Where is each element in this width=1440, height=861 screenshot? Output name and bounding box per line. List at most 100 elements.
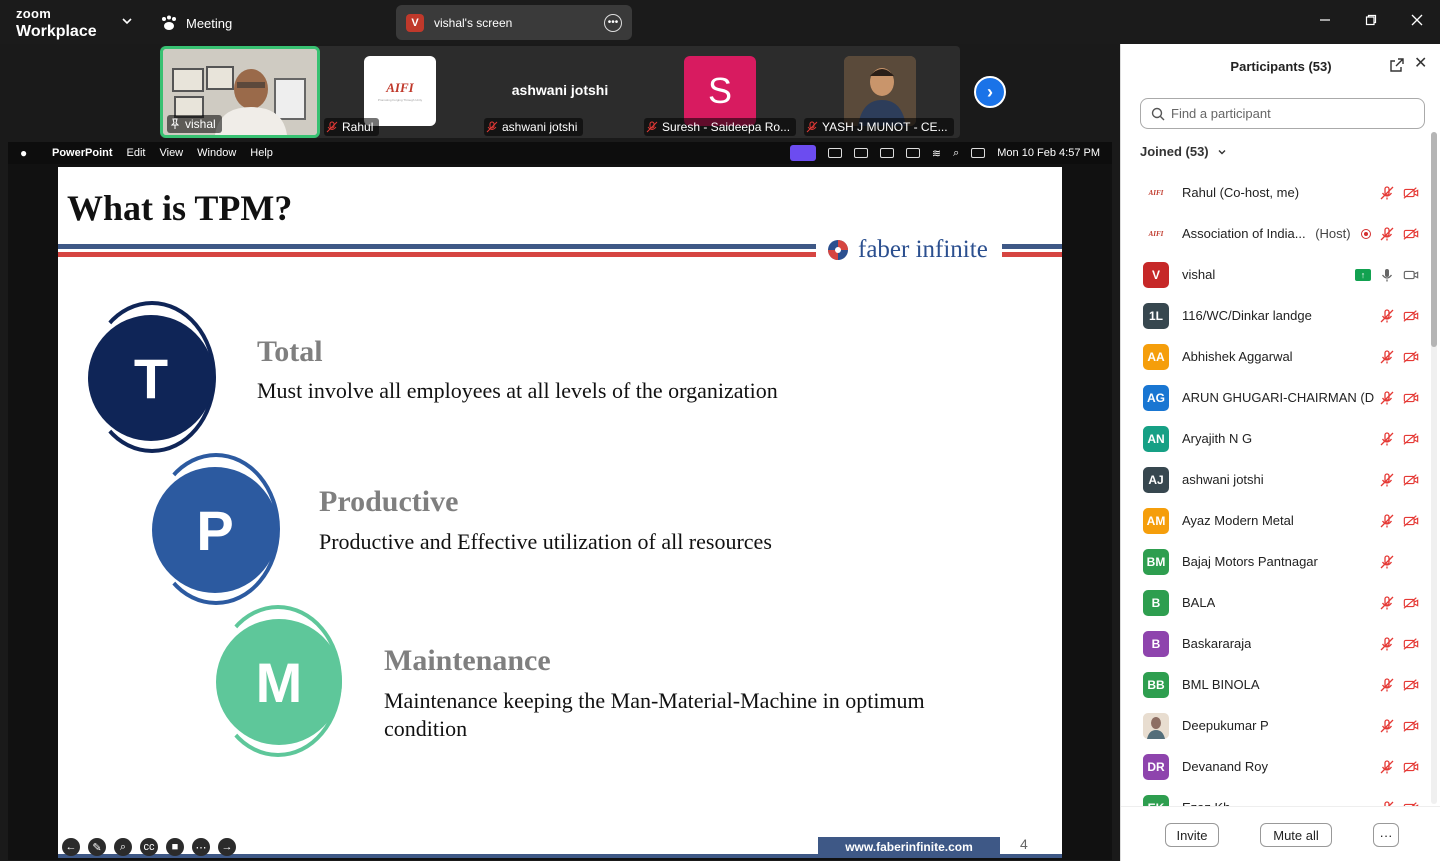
video-off-icon[interactable] bbox=[1403, 308, 1419, 324]
participant-row[interactable]: Vvishal ↑ bbox=[1121, 254, 1429, 295]
joined-section-toggle[interactable]: Joined (53) bbox=[1140, 144, 1227, 159]
mic-muted-icon[interactable] bbox=[1379, 226, 1395, 242]
video-off-icon[interactable] bbox=[1403, 759, 1419, 775]
menu-help: Help bbox=[250, 147, 273, 159]
tile-name: vishal bbox=[185, 117, 216, 131]
participant-row[interactable]: AM Ayaz Modern Metal bbox=[1121, 500, 1429, 541]
next-page-button[interactable]: › bbox=[974, 76, 1006, 108]
video-off-icon[interactable] bbox=[1403, 677, 1419, 693]
more-options-icon[interactable]: ••• bbox=[604, 13, 622, 32]
mic-muted-icon[interactable] bbox=[1379, 472, 1395, 488]
participant-row[interactable]: AJ ashwani jotshi bbox=[1121, 459, 1429, 500]
video-icon[interactable] bbox=[1403, 267, 1419, 283]
mic-muted-icon[interactable] bbox=[1379, 595, 1395, 611]
control-center-icon bbox=[971, 148, 986, 158]
participant-name-text: Baskararaja bbox=[1182, 636, 1252, 651]
video-off-icon[interactable] bbox=[1403, 636, 1419, 652]
mic-muted-icon[interactable] bbox=[1379, 513, 1395, 529]
participant-row[interactable]: BM Bajaj Motors Pantnagar bbox=[1121, 541, 1429, 582]
subtitles-icon[interactable]: cc bbox=[140, 838, 158, 856]
screen-share-indicator[interactable]: V vishal's screen ••• bbox=[396, 5, 632, 40]
wifi-icon: ≋ bbox=[931, 147, 942, 160]
mic-muted-icon[interactable] bbox=[1379, 677, 1395, 693]
video-off-icon[interactable] bbox=[1403, 595, 1419, 611]
video-tile-vishal[interactable]: vishal bbox=[160, 46, 320, 138]
invite-button[interactable]: Invite bbox=[1165, 823, 1219, 847]
pop-out-icon[interactable] bbox=[1390, 58, 1404, 72]
video-tile-yash[interactable]: YASH J MUNOT - CE... bbox=[800, 46, 960, 138]
video-off-icon[interactable] bbox=[1403, 472, 1419, 488]
search-participant-field[interactable] bbox=[1140, 98, 1425, 129]
video-tile-ashwani[interactable]: ashwani jotshi ashwani jotshi bbox=[480, 46, 640, 138]
search-input[interactable] bbox=[1171, 106, 1411, 121]
participant-name: Ayaz Modern Metal bbox=[1182, 513, 1294, 528]
participant-row[interactable]: AIFI Rahul (Co-host, me) bbox=[1121, 172, 1429, 213]
search-icon bbox=[1151, 107, 1165, 120]
mic-muted-icon bbox=[486, 121, 498, 133]
more-options-button[interactable]: ··· bbox=[1373, 823, 1399, 847]
participant-row[interactable]: Deepukumar P bbox=[1121, 705, 1429, 746]
participant-name: ARUN GHUGARI-CHAIRMAN (D... bbox=[1182, 390, 1374, 405]
video-off-icon[interactable] bbox=[1403, 390, 1419, 406]
joined-label: Joined (53) bbox=[1140, 144, 1209, 159]
video-tile-rahul[interactable]: AIFI Promoting Forging Through Unity Rah… bbox=[320, 46, 480, 138]
participant-status-icons bbox=[1379, 595, 1419, 611]
mic-muted-icon[interactable] bbox=[1379, 349, 1395, 365]
participant-name-text: Association of India... bbox=[1182, 226, 1306, 241]
video-off-icon[interactable] bbox=[1403, 513, 1419, 529]
mic-muted-icon[interactable] bbox=[1379, 390, 1395, 406]
participant-row[interactable]: 1L 116/WC/Dinkar landge bbox=[1121, 295, 1429, 336]
participant-row[interactable]: DR Devanand Roy bbox=[1121, 746, 1429, 787]
mic-muted-icon[interactable] bbox=[1379, 718, 1395, 734]
clock: Mon 10 Feb 4:57 PM bbox=[997, 147, 1100, 159]
mute-all-button[interactable]: Mute all bbox=[1260, 823, 1332, 847]
participant-avatar: AJ bbox=[1143, 466, 1169, 493]
pen-icon[interactable]: ✎ bbox=[88, 838, 106, 856]
participant-row[interactable]: AG ARUN GHUGARI-CHAIRMAN (D... bbox=[1121, 377, 1429, 418]
video-tile-suresh[interactable]: S Suresh - Saideepa Ro... bbox=[640, 46, 800, 138]
participant-row[interactable]: AN Aryajith N G bbox=[1121, 418, 1429, 459]
chevron-down-icon[interactable] bbox=[120, 14, 134, 28]
participant-row[interactable]: AIFI Association of India... (Host) bbox=[1121, 213, 1429, 254]
mic-icon[interactable] bbox=[1379, 267, 1395, 283]
zoom-icon[interactable]: ⌕ bbox=[114, 838, 132, 856]
participant-avatar: S bbox=[684, 56, 756, 126]
camera-icon[interactable]: ■ bbox=[166, 838, 184, 856]
mic-muted-icon[interactable] bbox=[1379, 554, 1395, 570]
mic-muted-icon[interactable] bbox=[1379, 759, 1395, 775]
next-slide-icon[interactable]: → bbox=[218, 838, 236, 856]
zoom-workplace-logo[interactable]: zoom Workplace bbox=[16, 6, 97, 40]
close-panel-icon[interactable]: ✕ bbox=[1414, 56, 1430, 72]
mic-muted-icon[interactable] bbox=[1379, 636, 1395, 652]
participant-row[interactable]: EKEzaz Kh... bbox=[1121, 787, 1429, 806]
meeting-tab[interactable]: Meeting bbox=[160, 12, 232, 34]
video-off-icon[interactable] bbox=[1403, 226, 1419, 242]
participant-name: 116/WC/Dinkar landge bbox=[1182, 308, 1312, 323]
minimize-icon[interactable] bbox=[1302, 0, 1348, 40]
participant-name: Rahul (Co-host, me) bbox=[1182, 185, 1299, 200]
mic-muted-icon[interactable] bbox=[1379, 308, 1395, 324]
video-off-icon[interactable] bbox=[1403, 431, 1419, 447]
participant-avatar: 1L bbox=[1143, 302, 1169, 329]
cloud-icon bbox=[879, 148, 894, 158]
scrollbar-thumb[interactable] bbox=[1431, 132, 1437, 347]
participants-panel: Participants (53) ✕ Joined (53) AIFIRahu… bbox=[1120, 44, 1440, 861]
mic-muted-icon[interactable] bbox=[1379, 185, 1395, 201]
participant-row[interactable]: B BALA bbox=[1121, 582, 1429, 623]
restore-icon[interactable] bbox=[1348, 0, 1394, 40]
more-icon[interactable]: ⋯ bbox=[192, 838, 210, 856]
previous-slide-icon[interactable]: ← bbox=[62, 838, 80, 856]
participant-photo bbox=[844, 56, 916, 126]
video-off-icon[interactable] bbox=[1403, 185, 1419, 201]
close-icon[interactable] bbox=[1394, 0, 1440, 40]
mic-muted-icon[interactable] bbox=[1379, 431, 1395, 447]
slideshow-toolbar: ← ✎ ⌕ cc ■ ⋯ → bbox=[62, 838, 236, 856]
sharer-avatar: V bbox=[406, 13, 424, 32]
maintenance-heading: Maintenance bbox=[384, 644, 551, 677]
participant-row[interactable]: BB BML BINOLA bbox=[1121, 664, 1429, 705]
video-off-icon[interactable] bbox=[1403, 718, 1419, 734]
aifi-logo-text: AIFI bbox=[386, 80, 414, 95]
video-off-icon[interactable] bbox=[1403, 349, 1419, 365]
participant-row[interactable]: B Baskararaja bbox=[1121, 623, 1429, 664]
participant-row[interactable]: AA Abhishek Aggarwal bbox=[1121, 336, 1429, 377]
